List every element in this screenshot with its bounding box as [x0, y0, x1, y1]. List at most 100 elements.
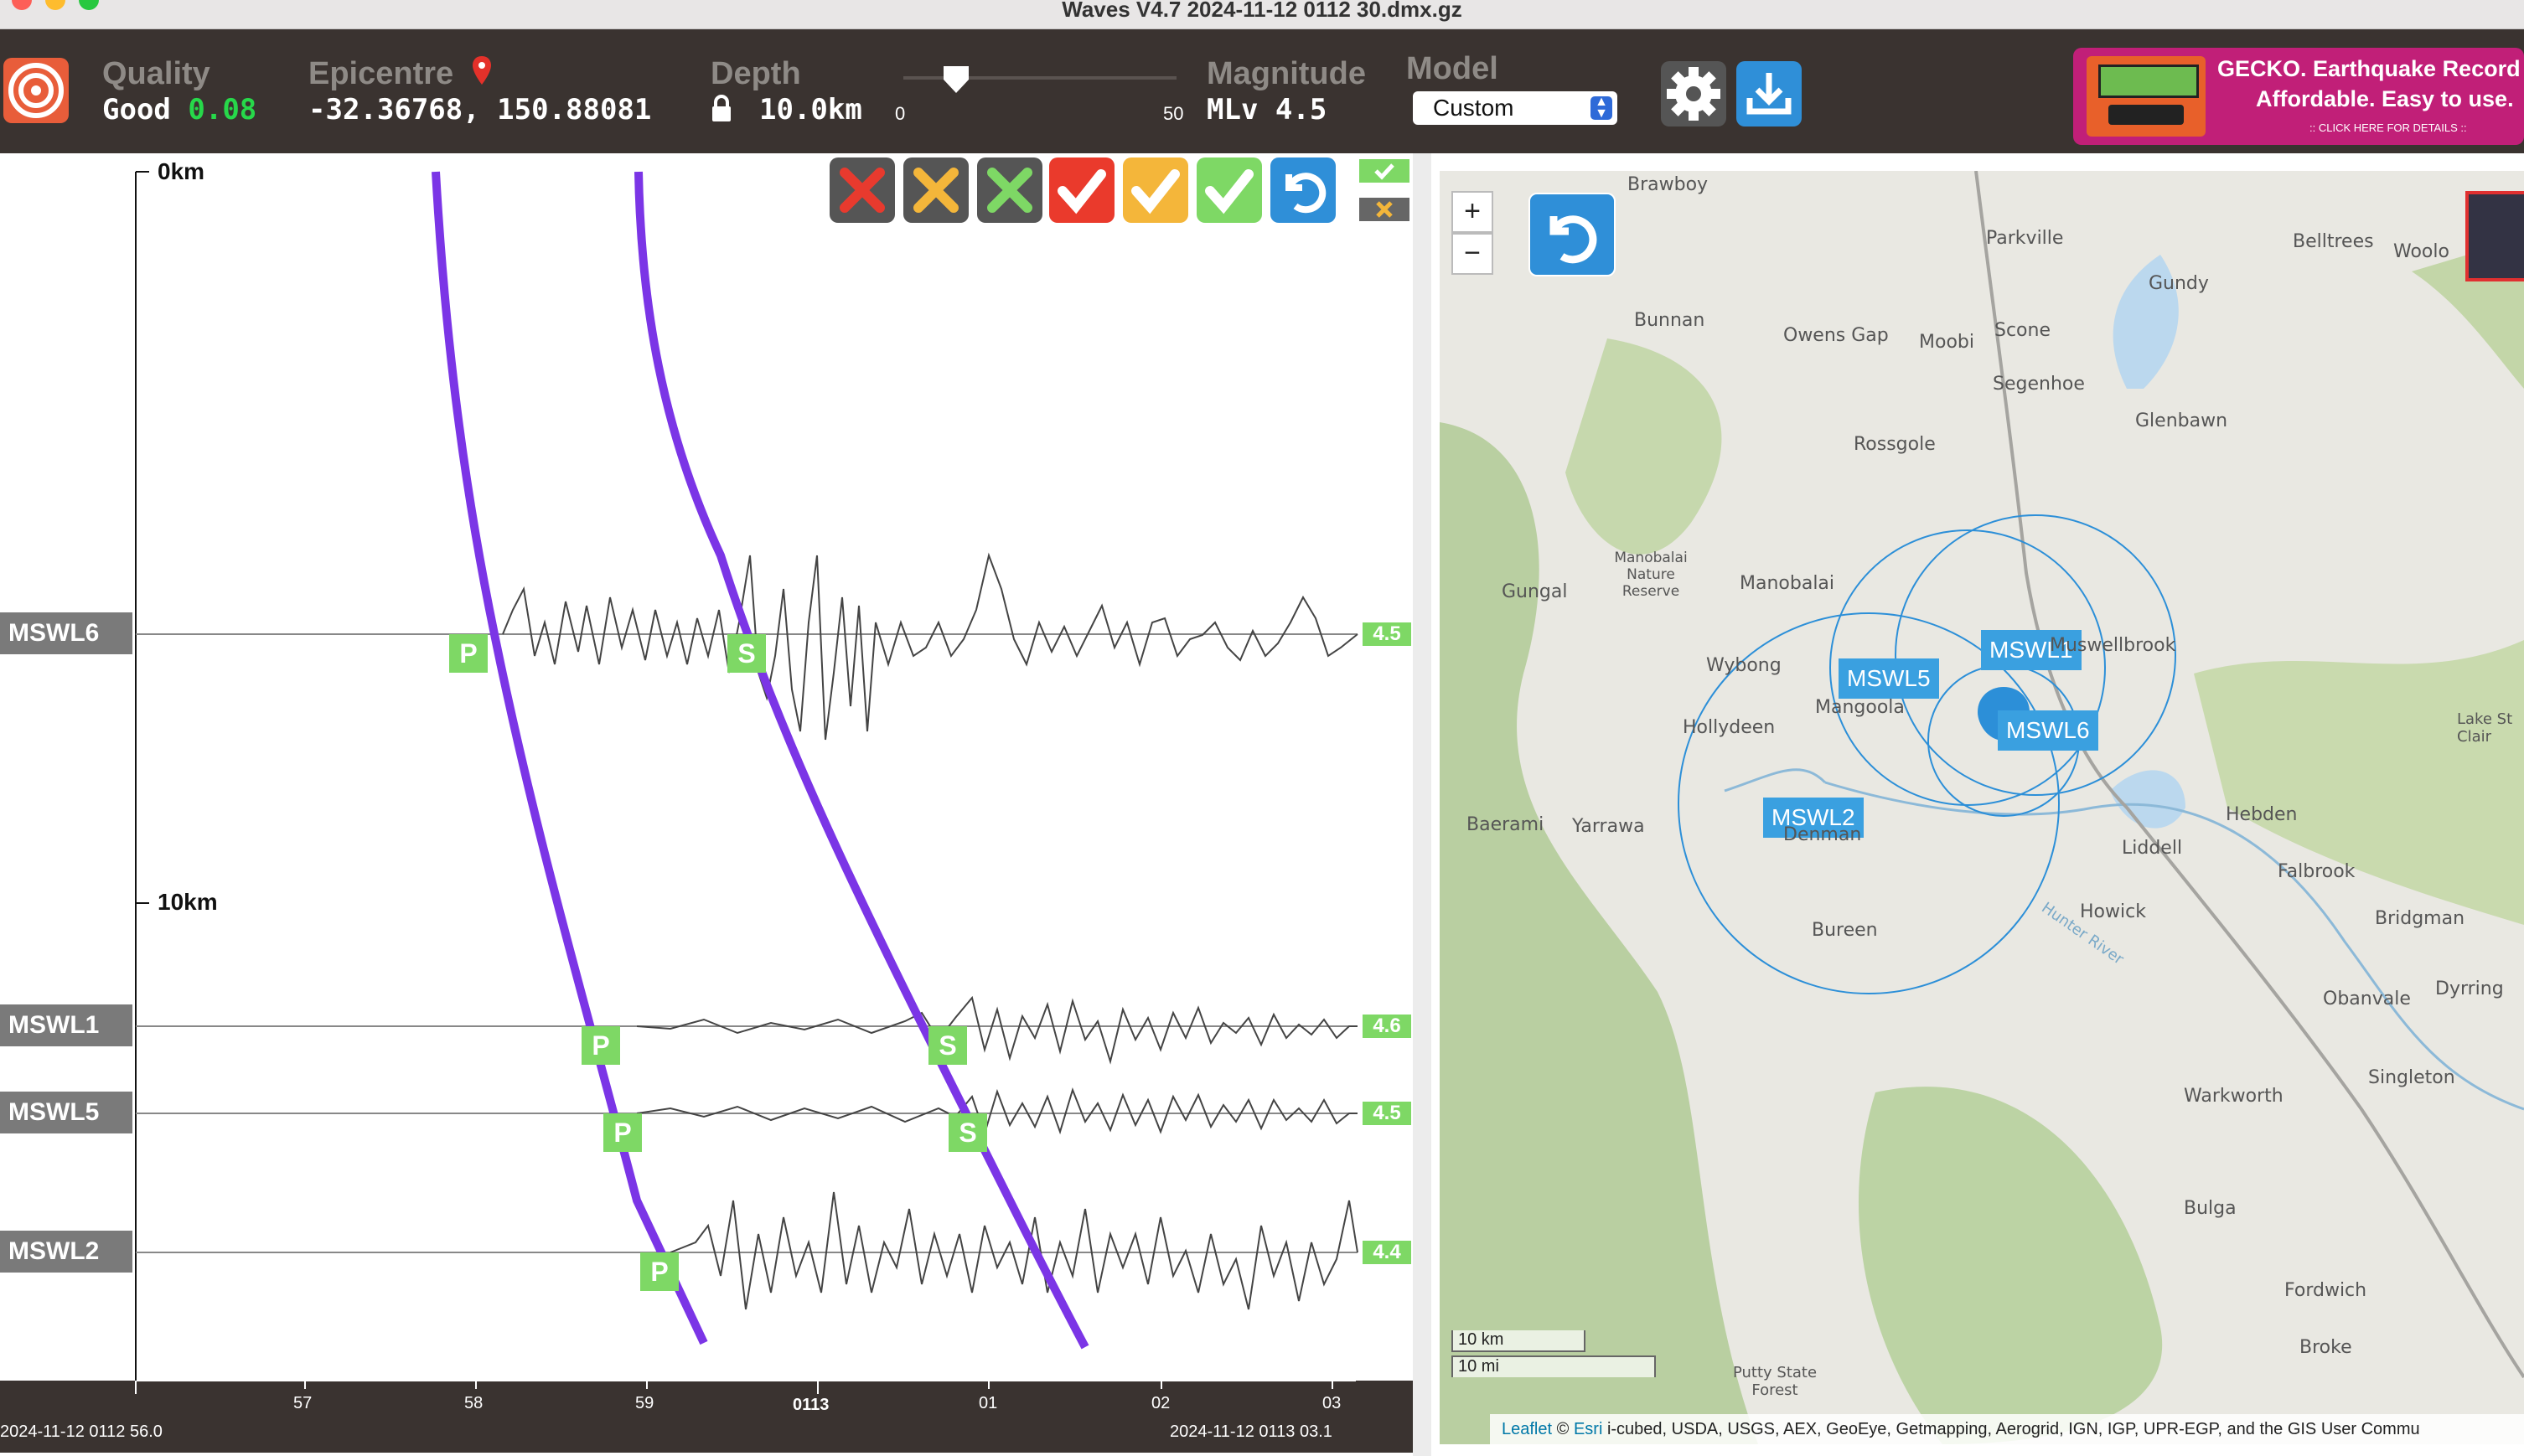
magnitude-label: Magnitude — [1207, 56, 1366, 91]
p-pick-mswl2[interactable]: P — [640, 1252, 679, 1291]
place-label: Owens Gap — [1783, 325, 1889, 346]
p-pick-mswl6[interactable]: P — [449, 634, 488, 673]
settings-button[interactable] — [1661, 61, 1726, 126]
station-label-mswl2[interactable]: MSWL2 — [0, 1231, 132, 1273]
place-label: Obanvale — [2323, 989, 2411, 1009]
place-label: Muswellbrook — [2050, 635, 2176, 656]
time-end-label: 2024-11-12 0113 03.1 — [1170, 1422, 1332, 1441]
magnitude-badge-mswl1: 4.6 — [1363, 1015, 1411, 1038]
undo-icon — [1285, 173, 1327, 214]
zoom-in-button[interactable]: + — [1451, 191, 1493, 233]
x-red-icon — [840, 168, 885, 213]
esri-link[interactable]: Esri — [1574, 1420, 1602, 1438]
magnitude-value: MLv 4.5 — [1207, 93, 1327, 126]
place-label: Falbrook — [2278, 861, 2356, 882]
gecko-ad-banner[interactable]: GECKO. Earthquake Record Affordable. Eas… — [2073, 48, 2524, 145]
p-pick-mswl1[interactable]: P — [582, 1026, 620, 1065]
panel-divider[interactable] — [1413, 153, 1431, 1456]
p-pick-mswl5[interactable]: P — [603, 1113, 642, 1152]
station-label-mswl6[interactable]: MSWL6 — [0, 612, 132, 654]
station-label-mswl5[interactable]: MSWL5 — [0, 1092, 132, 1133]
time-axis-bar: 57 58 59 0113 01 02 03 2024-11-12 0112 5… — [0, 1381, 1413, 1453]
leaflet-link[interactable]: Leaflet — [1502, 1420, 1552, 1438]
gear-icon — [1667, 67, 1720, 121]
s-pick-mswl6[interactable]: S — [727, 634, 766, 673]
zoom-out-button[interactable]: − — [1451, 233, 1493, 275]
depth-slider-min: 0 — [895, 103, 906, 124]
depth-value: 10.0km — [759, 93, 862, 126]
depth-slider-thumb[interactable] — [942, 65, 970, 95]
time-tick-03: 03 — [1322, 1394, 1342, 1412]
time-tick-57: 57 — [293, 1394, 313, 1412]
x-green-icon — [987, 168, 1032, 213]
scale-bar-km: 10 km — [1451, 1330, 1585, 1352]
toggle-x-button[interactable] — [1359, 198, 1409, 221]
x-yellow-icon — [913, 168, 959, 213]
place-label: Warkworth — [2184, 1086, 2283, 1107]
window-titlebar: Waves V4.7 2024-11-12 0112 30.dmx.gz — [0, 0, 2524, 29]
quality-label: Quality — [102, 56, 210, 91]
place-label: Bureen — [1812, 920, 1878, 941]
place-label: Denman — [1783, 824, 1862, 845]
depth-mid-label: 10km — [158, 889, 218, 915]
map-station-mswl5[interactable]: MSWL5 — [1839, 658, 1939, 699]
s-pick-mswl1[interactable]: S — [928, 1026, 967, 1065]
header-toolbar: Quality Good 0.08 Epicentre -32.36768, 1… — [0, 29, 2524, 153]
place-label: Brawboy — [1627, 174, 1709, 195]
accept-red-button[interactable] — [1049, 157, 1115, 223]
place-label: Gundy — [2149, 273, 2209, 294]
map-tiles — [1440, 171, 2524, 1444]
magnitude-badge-mswl6: 4.5 — [1363, 622, 1411, 646]
reject-yellow-button[interactable] — [903, 157, 969, 223]
place-label: Lake St Clair — [2457, 710, 2513, 746]
epicentre-map[interactable]: + − MSWL1 MSWL5 MSWL6 MSWL2 Brawboy Park… — [1440, 171, 2524, 1444]
map-reset-button[interactable] — [1528, 193, 1616, 276]
chevron-updown-icon: ▲ ▼ — [1590, 96, 1612, 121]
layer-switcher-thumbnail[interactable] — [2465, 191, 2524, 281]
target-logo-icon[interactable] — [3, 58, 69, 123]
place-label: Parkville — [1986, 228, 2064, 249]
place-label: Manobalai Nature Reserve — [1614, 550, 1688, 600]
place-label: Hebden — [2226, 804, 2298, 825]
s-pick-mswl5[interactable]: S — [949, 1113, 987, 1152]
place-label: Howick — [2080, 901, 2146, 922]
place-label: Bridgman — [2375, 908, 2465, 929]
station-label-mswl1[interactable]: MSWL1 — [0, 1004, 132, 1046]
toggle-check-button[interactable] — [1359, 159, 1409, 183]
x-small-icon — [1376, 201, 1393, 218]
location-pin-icon — [473, 56, 491, 85]
place-label: Bunnan — [1634, 310, 1705, 331]
place-label: Fordwich — [2284, 1280, 2367, 1301]
place-label: Hollydeen — [1683, 717, 1776, 738]
time-tick-02: 02 — [1151, 1394, 1171, 1412]
window-title: Waves V4.7 2024-11-12 0112 30.dmx.gz — [1062, 0, 1462, 22]
time-start-label: 2024-11-12 0112 56.0 — [0, 1422, 163, 1441]
place-label: Rossgole — [1854, 434, 1936, 455]
download-button[interactable] — [1736, 61, 1802, 126]
model-select[interactable]: Custom ▲ ▼ — [1413, 91, 1617, 125]
lock-icon[interactable] — [711, 95, 732, 123]
copyright-symbol: © — [1556, 1420, 1570, 1438]
reject-red-button[interactable] — [830, 157, 895, 223]
seismogram-plot[interactable] — [0, 153, 1413, 1389]
accept-green-button[interactable] — [1197, 157, 1262, 223]
depth-slider-max: 50 — [1163, 103, 1184, 124]
place-label: Moobi — [1919, 332, 1974, 353]
map-station-mswl6[interactable]: MSWL6 — [1998, 710, 2098, 751]
quality-score: 0.08 — [188, 93, 257, 126]
scale-bar-mi: 10 mi — [1451, 1355, 1656, 1377]
place-label: Singleton — [2368, 1067, 2455, 1088]
undo-button[interactable] — [1270, 157, 1336, 223]
seismograph-device-icon — [2087, 56, 2206, 137]
check-small-icon — [1374, 163, 1394, 180]
time-tick-01: 01 — [979, 1394, 998, 1412]
reject-green-button[interactable] — [977, 157, 1042, 223]
ad-line-3: :: CLICK HERE FOR DETAILS :: — [2309, 121, 2467, 134]
depth-label: Depth — [711, 56, 801, 91]
check-white-icon — [1205, 169, 1254, 214]
accept-yellow-button[interactable] — [1123, 157, 1188, 223]
model-selected-value: Custom — [1433, 95, 1514, 121]
undo-icon — [1549, 215, 1597, 264]
magnitude-badge-mswl2: 4.4 — [1363, 1241, 1411, 1264]
place-label: Segenhoe — [1993, 374, 2085, 395]
